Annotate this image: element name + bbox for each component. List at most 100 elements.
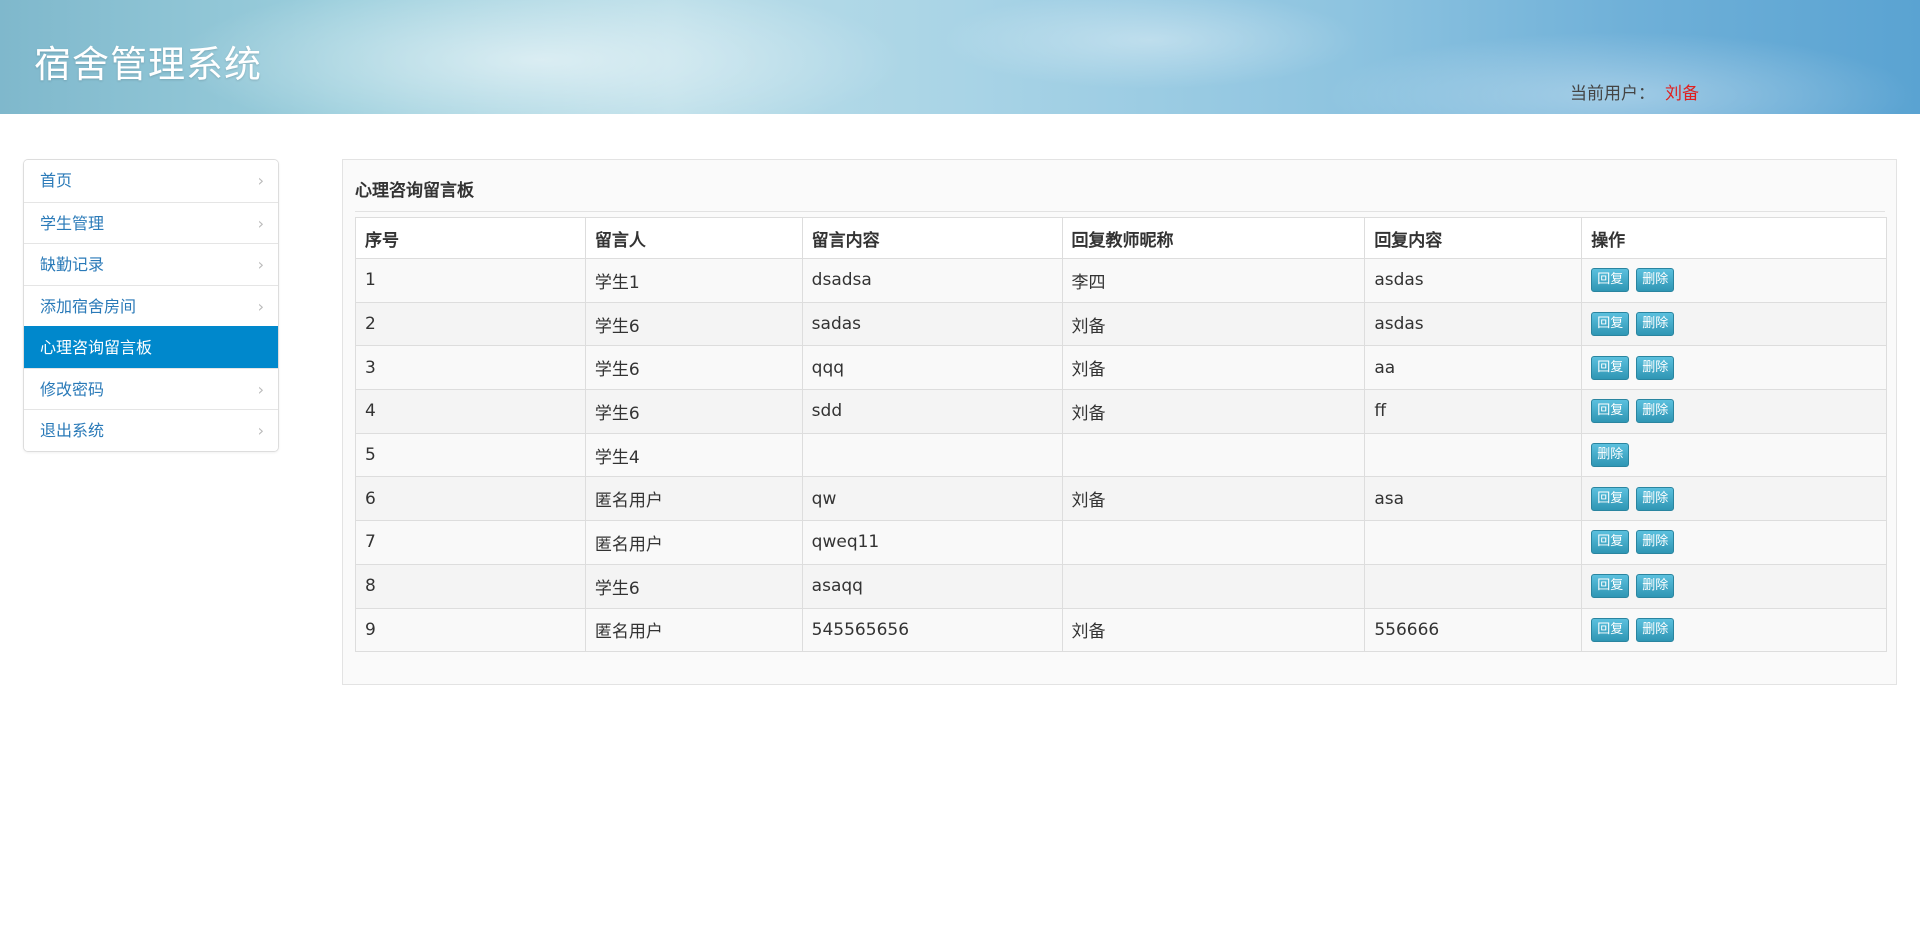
chevron-right-icon: ›: [257, 296, 264, 316]
cell-author: 学生6: [584, 563, 803, 609]
cell-teacher: 李四: [1061, 258, 1366, 303]
cell-content: qqq: [801, 345, 1063, 391]
messages-table: 序号 留言人 留言内容 回复教师昵称 回复内容 操作 1 学生1 dsadsa 李四 a…: [355, 217, 1887, 653]
cell-author: 匿名用户: [584, 607, 803, 653]
cell-author: 学生6: [584, 345, 803, 391]
table-row: 3 学生6 qqq 刘备 aa 回复 删除: [355, 345, 1887, 391]
delete-button[interactable]: 删除: [1636, 312, 1675, 337]
col-header-reply: 回复内容: [1364, 217, 1583, 259]
panel-divider: [355, 211, 1885, 212]
table-row: 1 学生1 dsadsa 李四 asdas 回复 删除: [355, 258, 1887, 303]
current-user-name: 刘备: [1665, 84, 1699, 104]
chevron-right-icon: ›: [257, 379, 264, 399]
cell-actions: 回复 删除: [1581, 607, 1887, 653]
cell-teacher: 刘备: [1061, 607, 1366, 653]
app-title: 宿舍管理系统: [34, 43, 262, 86]
table-row: 9 匿名用户 545565656 刘备 556666 回复 删除: [355, 607, 1887, 653]
sidebar-item[interactable]: 修改密码 ›: [24, 367, 278, 409]
sidebar-item-label: 学生管理: [40, 213, 105, 233]
delete-button[interactable]: 删除: [1636, 574, 1675, 599]
sidebar-item[interactable]: 学生管理 ›: [24, 201, 278, 243]
reply-button[interactable]: 回复: [1591, 355, 1630, 380]
col-header-author: 留言人: [584, 217, 803, 259]
sidebar-item-label: 缺勤记录: [40, 255, 105, 274]
cell-reply: asdas: [1364, 258, 1583, 303]
cell-author: 匿名用户: [584, 476, 803, 522]
reply-button[interactable]: 回复: [1591, 399, 1630, 424]
cell-teacher: 刘备: [1061, 301, 1366, 347]
chevron-right-icon: ›: [257, 255, 264, 274]
cell-id: 5: [355, 432, 586, 478]
cell-reply: [1364, 563, 1583, 609]
cell-author: 匿名用户: [584, 520, 803, 565]
delete-button[interactable]: 删除: [1636, 617, 1675, 642]
sidebar-item[interactable]: 添加宿舍房间 ›: [24, 284, 278, 326]
sidebar-item-label: 退出系统: [40, 421, 105, 440]
reply-button[interactable]: 回复: [1591, 268, 1630, 293]
table-row: 5 学生4 删除: [355, 432, 1887, 478]
cell-teacher: 刘备: [1061, 345, 1366, 391]
delete-button[interactable]: 删除: [1636, 399, 1675, 424]
chevron-right-icon: ›: [257, 421, 264, 440]
sidebar-item[interactable]: 缺勤记录 ›: [24, 243, 278, 285]
delete-button[interactable]: 删除: [1636, 530, 1675, 555]
delete-button[interactable]: 删除: [1636, 355, 1675, 380]
current-user: 当前用户： 刘备: [1570, 79, 1699, 104]
cell-content: asaqq: [801, 563, 1063, 609]
sidebar-item-label: 修改密码: [40, 379, 105, 399]
cell-id: 8: [355, 563, 586, 609]
cell-reply: 556666: [1364, 607, 1583, 653]
sidebar-item[interactable]: 心理咨询留言板›: [24, 326, 278, 368]
cell-id: 2: [355, 301, 586, 347]
sidebar-nav: 首页 › 学生管理 › 缺勤记录 › 添加宿舍房间 › 心理咨询留言板› 修改密码 › 退出系统 ›: [23, 159, 279, 452]
cell-id: 6: [355, 476, 586, 522]
delete-button[interactable]: 删除: [1636, 486, 1675, 511]
reply-button[interactable]: 回复: [1591, 617, 1630, 642]
cell-teacher: [1061, 563, 1366, 609]
cell-reply: [1364, 520, 1583, 565]
delete-button[interactable]: 删除: [1591, 443, 1630, 468]
cell-teacher: 刘备: [1061, 476, 1366, 522]
cell-reply: aa: [1364, 345, 1583, 391]
panel-title: 心理咨询留言板: [355, 181, 474, 201]
table-row: 8 学生6 asaqq 回复 删除: [355, 563, 1887, 609]
message-board-panel: 心理咨询留言板 序号 留言人 留言内容 回复教师昵称 回复内容 操作 1 学生1 d…: [342, 159, 1897, 685]
reply-button[interactable]: 回复: [1591, 312, 1630, 337]
reply-button[interactable]: 回复: [1591, 486, 1630, 511]
current-user-label: 当前用户：: [1570, 84, 1655, 104]
cell-actions: 回复 删除: [1581, 476, 1887, 522]
sidebar-item-label: 心理咨询留言板: [40, 338, 153, 357]
col-header-id: 序号: [355, 217, 586, 259]
header-banner: 宿舍管理系统 当前用户： 刘备: [0, 0, 1920, 114]
cell-author: 学生6: [584, 389, 803, 434]
reply-button[interactable]: 回复: [1591, 530, 1630, 555]
sidebar-item[interactable]: 退出系统 ›: [24, 409, 278, 451]
delete-button[interactable]: 删除: [1636, 268, 1675, 293]
cell-reply: ff: [1364, 389, 1583, 434]
table-row: 2 学生6 sadas 刘备 asdas 回复 删除: [355, 301, 1887, 347]
cell-content: dsadsa: [801, 258, 1063, 303]
cell-actions: 回复 删除: [1581, 520, 1887, 565]
cell-id: 9: [355, 607, 586, 653]
cell-actions: 回复 删除: [1581, 563, 1887, 609]
reply-button[interactable]: 回复: [1591, 574, 1630, 599]
table-row: 7 匿名用户 qweq11 回复 删除: [355, 520, 1887, 565]
cell-content: sadas: [801, 301, 1063, 347]
cell-id: 1: [355, 258, 586, 303]
cell-id: 3: [355, 345, 586, 391]
cell-content: 545565656: [801, 607, 1063, 653]
col-header-content: 留言内容: [801, 217, 1063, 259]
sidebar-item[interactable]: 首页 ›: [24, 160, 278, 202]
sidebar-item-label: 首页: [40, 171, 73, 190]
cell-teacher: [1061, 520, 1366, 565]
cell-author: 学生1: [584, 258, 803, 303]
cell-actions: 回复 删除: [1581, 389, 1887, 434]
cell-reply: asa: [1364, 476, 1583, 522]
cell-reply: [1364, 432, 1583, 478]
chevron-right-icon: ›: [257, 171, 264, 190]
cell-actions: 回复 删除: [1581, 301, 1887, 347]
table-row: 4 学生6 sdd 刘备 ff 回复 删除: [355, 389, 1887, 434]
cell-content: qweq11: [801, 520, 1063, 565]
col-header-actions: 操作: [1581, 217, 1887, 259]
cell-reply: asdas: [1364, 301, 1583, 347]
